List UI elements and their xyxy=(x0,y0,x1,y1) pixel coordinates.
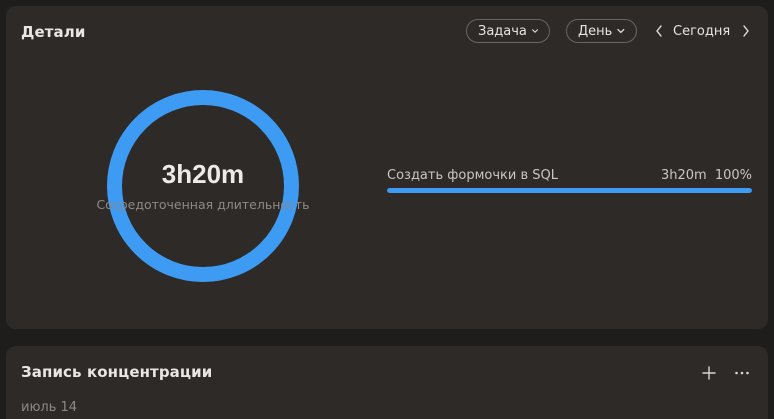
focus-record-title: Запись концентрации xyxy=(21,363,213,381)
details-card: Детали Задача День Сегодня 3h20m Сосредо… xyxy=(6,6,768,329)
current-date-label[interactable]: Сегодня xyxy=(673,24,730,39)
task-filter-dropdown[interactable]: Задача xyxy=(466,19,550,43)
record-date-heading: июль 14 xyxy=(21,400,78,415)
total-duration-value: 3h20m xyxy=(161,159,245,189)
task-name: Создать формочки в SQL xyxy=(387,168,558,183)
add-record-button[interactable] xyxy=(696,360,722,386)
task-percent: 100% xyxy=(714,168,752,183)
task-filter-label: Задача xyxy=(478,23,527,39)
date-navigator: Сегодня xyxy=(651,19,754,43)
total-duration-label: Сосредоточенная длительность xyxy=(96,197,310,212)
period-filter-dropdown[interactable]: День xyxy=(566,19,637,43)
chevron-down-icon xyxy=(617,28,625,34)
task-progress-fill xyxy=(387,188,752,193)
focus-record-card: Запись концентрации июль 14 xyxy=(6,346,768,419)
period-filter-label: День xyxy=(578,23,613,39)
chevron-right-icon xyxy=(743,25,749,37)
previous-day-button[interactable] xyxy=(651,19,667,43)
task-duration: 3h20m xyxy=(660,168,707,183)
chevron-left-icon xyxy=(656,25,662,37)
more-horizontal-icon xyxy=(735,371,749,375)
plus-icon xyxy=(702,366,716,380)
focus-details-page: Детали Задача День Сегодня 3h20m Сосредо… xyxy=(0,0,774,419)
task-progress-track xyxy=(387,188,752,193)
focus-ring-chart: 3h20m Сосредоточенная длительность xyxy=(96,81,310,291)
details-title: Детали xyxy=(21,23,86,41)
next-day-button[interactable] xyxy=(738,19,754,43)
chevron-down-icon xyxy=(531,29,538,33)
record-actions xyxy=(696,360,755,386)
task-stats: 3h20m 100% xyxy=(661,168,752,184)
more-options-button[interactable] xyxy=(729,360,755,386)
task-breakdown-row[interactable]: Создать формочки в SQL 3h20m 100% xyxy=(387,168,752,193)
